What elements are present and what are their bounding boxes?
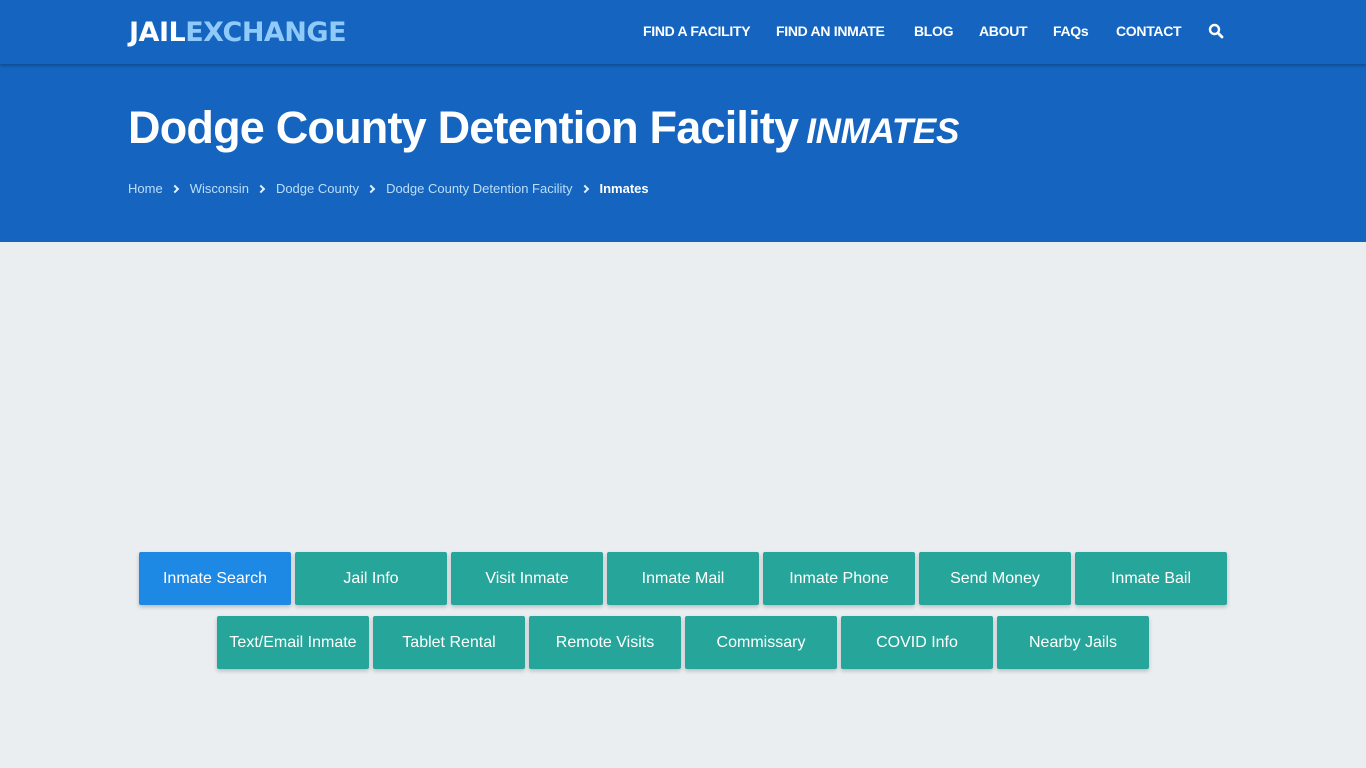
top-navbar: JAILEXCHANGE FIND A FACILITY FIND AN INM…	[0, 0, 1366, 64]
chevron-right-icon	[256, 184, 266, 193]
inmate-search-button[interactable]: Inmate Search	[139, 552, 291, 605]
nav-about[interactable]: ABOUT	[979, 23, 1028, 39]
inmate-mail-button[interactable]: Inmate Mail	[607, 552, 759, 605]
visit-inmate-button[interactable]: Visit Inmate	[451, 552, 603, 605]
facility-name: Dodge County Detention Facility	[128, 102, 799, 153]
nav-contact[interactable]: CONTACT	[1116, 23, 1182, 39]
breadcrumb-current: Inmates	[599, 181, 649, 196]
breadcrumb: Home Wisconsin Dodge County Dodge County…	[128, 181, 649, 196]
jail-info-button[interactable]: Jail Info	[295, 552, 447, 605]
site-logo[interactable]: JAILEXCHANGE	[129, 15, 347, 51]
inmate-bail-button[interactable]: Inmate Bail	[1075, 552, 1227, 605]
chevron-right-icon	[170, 184, 179, 193]
chevron-right-icon	[580, 184, 589, 193]
tablet-rental-button[interactable]: Tablet Rental	[373, 616, 525, 669]
covid-info-button[interactable]: COVID Info	[841, 616, 993, 669]
search-icon[interactable]	[1208, 23, 1224, 39]
send-money-button[interactable]: Send Money	[919, 552, 1071, 605]
nearby-jails-button[interactable]: Nearby Jails	[997, 616, 1149, 669]
text-email-inmate-button[interactable]: Text/Email Inmate	[217, 616, 369, 669]
nav-find-an-inmate[interactable]: FIND AN INMATE	[776, 23, 885, 39]
nav-blog[interactable]: BLOG	[914, 23, 954, 39]
logo-jail-text: JAIL	[129, 17, 186, 48]
breadcrumb-county[interactable]: Dodge County	[276, 181, 359, 196]
logo-exchange-text: EXCHANGE	[185, 17, 347, 48]
page-subtitle: INMATES	[806, 112, 960, 151]
hero-banner: Dodge County Detention Facility INMATES H…	[0, 64, 1366, 242]
nav-faqs[interactable]: FAQs	[1053, 23, 1089, 39]
remote-visits-button[interactable]: Remote Visits	[529, 616, 681, 669]
nav-find-a-facility[interactable]: FIND A FACILITY	[643, 23, 751, 39]
breadcrumb-home[interactable]: Home	[128, 181, 163, 196]
commissary-button[interactable]: Commissary	[685, 616, 837, 669]
breadcrumb-state[interactable]: Wisconsin	[190, 181, 249, 196]
inmate-phone-button[interactable]: Inmate Phone	[763, 552, 915, 605]
chevron-right-icon	[366, 184, 376, 193]
page-title: Dodge County Detention Facility INMATES	[128, 102, 959, 154]
breadcrumb-facility[interactable]: Dodge County Detention Facility	[386, 181, 572, 196]
